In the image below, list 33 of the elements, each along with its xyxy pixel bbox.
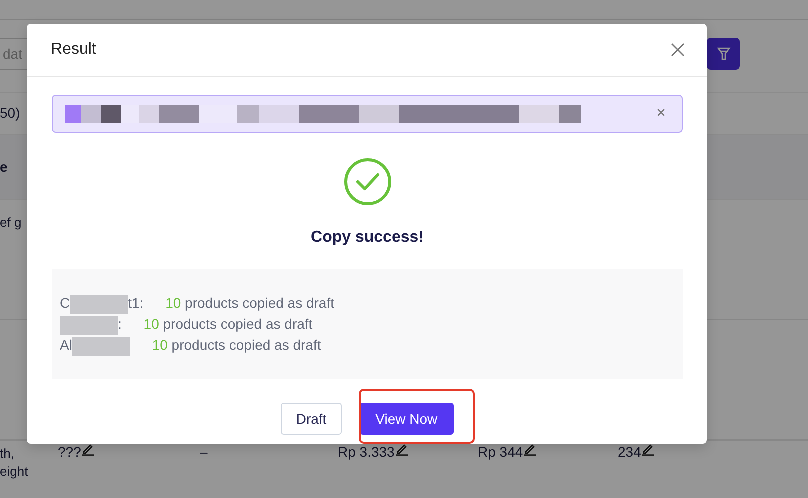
redaction-block <box>60 316 118 335</box>
result-label: : <box>118 316 122 332</box>
edit-icon[interactable] <box>394 442 409 456</box>
filter-button[interactable] <box>707 38 740 70</box>
result-message: 10 products copied as draft <box>144 316 313 332</box>
product-name: ef g <box>0 214 23 232</box>
result-label: Al <box>60 337 72 353</box>
dismiss-button[interactable]: × <box>656 106 666 122</box>
count-text: 50) <box>0 104 20 123</box>
filter-icon <box>716 47 730 61</box>
table-cell-text: Rp 344 <box>478 443 524 462</box>
result-message: 10 products copied as draft <box>152 337 322 353</box>
status-message: Copy success! <box>311 228 424 248</box>
product-name: th, eight <box>0 445 30 481</box>
edit-icon[interactable] <box>81 442 96 456</box>
result-label: t1: <box>128 295 144 311</box>
close-icon <box>671 43 685 57</box>
success-check-icon <box>344 158 392 206</box>
dialog-title: Result <box>51 40 96 60</box>
view-now-button[interactable]: View Now <box>360 403 454 435</box>
table-cell-text: 234 <box>618 443 642 462</box>
table-cell-text: Rp 3.333 <box>338 443 395 462</box>
table-cell-text: ??? <box>58 443 82 462</box>
redaction-block <box>70 294 128 314</box>
draft-button[interactable]: Draft <box>281 403 342 435</box>
result-label: C <box>60 295 70 311</box>
close-button[interactable] <box>669 41 687 59</box>
edit-icon[interactable] <box>523 442 538 456</box>
edit-icon[interactable] <box>641 442 656 456</box>
table-cell-text: – <box>200 443 208 462</box>
result-message: 10 products copied as draft <box>166 295 334 311</box>
redaction-block <box>72 336 130 356</box>
column-header: e <box>0 158 8 176</box>
